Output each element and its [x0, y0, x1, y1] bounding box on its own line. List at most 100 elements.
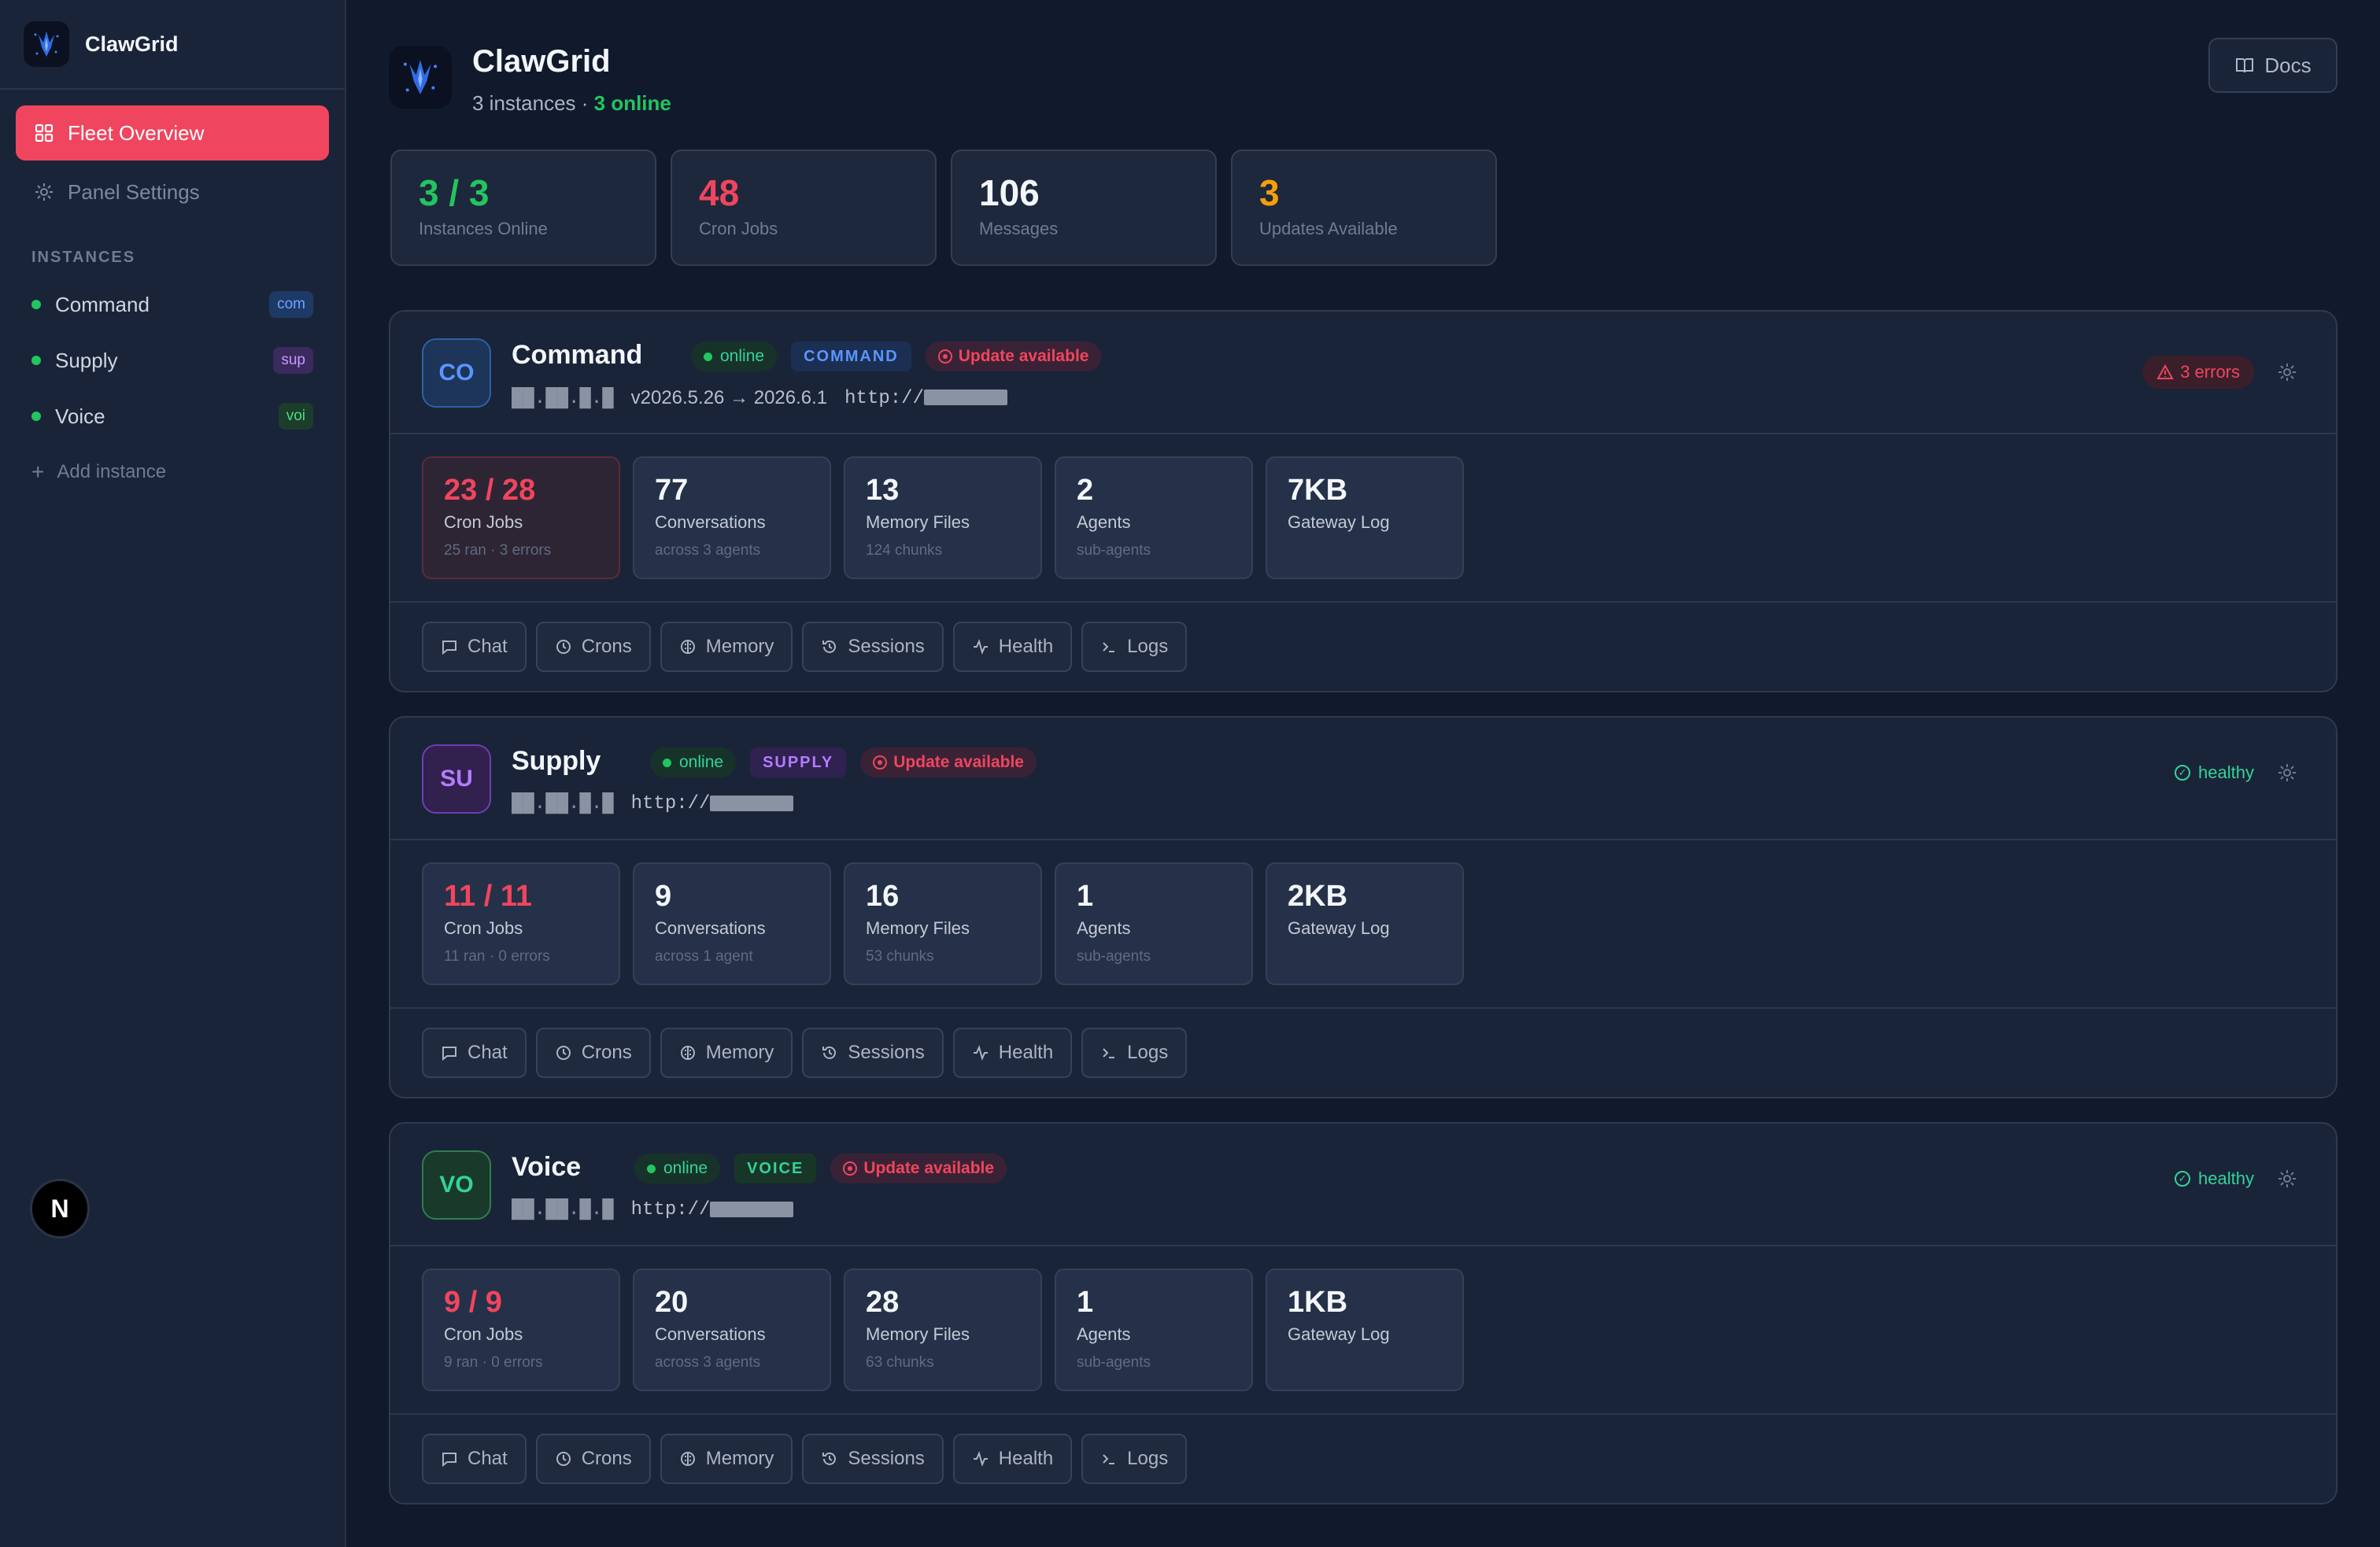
instance-name: Command: [512, 340, 643, 370]
crons-button[interactable]: Crons: [535, 1434, 651, 1484]
logs-button[interactable]: Logs: [1081, 1028, 1188, 1078]
memory-button[interactable]: Memory: [660, 622, 793, 672]
docs-button[interactable]: Docs: [2208, 38, 2338, 93]
nav-label: Fleet Overview: [68, 120, 205, 145]
instance-actions: Chat Crons Memory Sessions Health Logs: [390, 1007, 2336, 1098]
app-logo[interactable]: [24, 21, 69, 67]
stat-label: Updates Available: [1259, 219, 1398, 238]
memory-button[interactable]: Memory: [660, 1434, 793, 1484]
ip-address: ██.██.█.█: [512, 793, 614, 814]
memory-button[interactable]: Memory: [660, 1028, 793, 1078]
action-label: Logs: [1127, 1042, 1169, 1063]
instance-status: ✓ healthy: [2175, 1168, 2298, 1190]
metric-gateway-log[interactable]: 2KB Gateway Log: [1266, 862, 1464, 985]
terminal-icon: [1100, 1044, 1118, 1061]
chat-icon: [441, 1044, 458, 1061]
instance-metrics: 9 / 9 Cron Jobs 9 ran · 0 errors 20 Conversa…: [422, 1268, 1464, 1391]
docs-label: Docs: [2264, 53, 2312, 77]
metric-label: Cron Jobs: [444, 512, 523, 532]
action-label: Chat: [468, 1448, 508, 1469]
action-label: Chat: [468, 1042, 508, 1063]
instance-card-command: CO Command online COMMAND Update availab…: [389, 310, 2338, 692]
metric-conversations[interactable]: 77 Conversations across 3 agents: [633, 456, 831, 579]
page-logo: [389, 46, 452, 109]
sidebar-item-command[interactable]: Command com: [31, 285, 313, 324]
metric-gateway-log[interactable]: 1KB Gateway Log: [1266, 1268, 1464, 1391]
healthy-badge: ✓ healthy: [2175, 762, 2254, 783]
logs-button[interactable]: Logs: [1081, 622, 1188, 672]
error-badge[interactable]: 3 errors: [2142, 356, 2254, 389]
logs-button[interactable]: Logs: [1081, 1434, 1188, 1484]
metric-sub: 124 chunks: [866, 542, 943, 559]
update-icon: [937, 349, 952, 364]
metric-memory-files[interactable]: 28 Memory Files 63 chunks: [844, 1268, 1042, 1391]
metric-value: 11 / 11: [444, 880, 533, 913]
instance-url[interactable]: http://: [631, 793, 794, 814]
chat-button[interactable]: Chat: [422, 1028, 527, 1078]
update-available-badge[interactable]: Update available: [830, 1154, 1007, 1183]
metric-agents[interactable]: 1 Agents sub-agents: [1055, 862, 1253, 985]
sidebar-item-supply[interactable]: Supply sup: [31, 341, 313, 380]
add-instance-button[interactable]: + Add instance: [31, 460, 166, 485]
metric-label: Memory Files: [866, 512, 970, 532]
sidebar: ClawGrid Fleet Overview Panel Settings I…: [0, 0, 346, 1547]
metric-memory-files[interactable]: 13 Memory Files 124 chunks: [844, 456, 1042, 579]
stat-value: 106: [979, 172, 1040, 213]
main-content: ClawGrid 3 instances · 3 online Docs 3 /…: [348, 0, 2380, 1547]
metric-cron-jobs[interactable]: 23 / 28 Cron Jobs 25 ran · 3 errors: [422, 456, 620, 579]
metric-conversations[interactable]: 20 Conversations across 3 agents: [633, 1268, 831, 1391]
book-icon: [2234, 55, 2255, 76]
crons-button[interactable]: Crons: [535, 622, 651, 672]
sessions-button[interactable]: Sessions: [802, 622, 944, 672]
terminal-icon: [1100, 638, 1118, 655]
stat-instances-online: 3 / 3 Instances Online: [390, 150, 656, 266]
metric-label: Agents: [1077, 1324, 1131, 1344]
sidebar-item-voice[interactable]: Voice voi: [31, 397, 313, 436]
health-button[interactable]: Health: [952, 1028, 1073, 1078]
instance-header: CO Command online COMMAND Update availab…: [390, 312, 2336, 434]
update-icon: [843, 1161, 858, 1176]
crons-button[interactable]: Crons: [535, 1028, 651, 1078]
instance-settings-icon[interactable]: [2276, 762, 2298, 784]
metric-label: Conversations: [655, 1324, 766, 1344]
instance-url[interactable]: http://: [844, 388, 1007, 409]
instance-settings-icon[interactable]: [2276, 361, 2298, 383]
brain-icon: [679, 638, 697, 655]
user-avatar[interactable]: N: [30, 1179, 90, 1239]
metric-agents[interactable]: 1 Agents sub-agents: [1055, 1268, 1253, 1391]
instance-url[interactable]: http://: [631, 1199, 794, 1220]
metric-gateway-log[interactable]: 7KB Gateway Log: [1266, 456, 1464, 579]
instance-pills: online VOICE Update available: [634, 1154, 1007, 1183]
health-button[interactable]: Health: [952, 1434, 1073, 1484]
metric-cron-jobs[interactable]: 9 / 9 Cron Jobs 9 ran · 0 errors: [422, 1268, 620, 1391]
history-icon: [821, 1044, 838, 1061]
online-badge: online: [650, 748, 737, 777]
health-button[interactable]: Health: [952, 622, 1073, 672]
action-bar: Chat Crons Memory Sessions Health Logs: [422, 1434, 1188, 1484]
role-badge: VOICE: [734, 1154, 817, 1183]
check-icon: ✓: [2175, 765, 2191, 781]
metric-memory-files[interactable]: 16 Memory Files 53 chunks: [844, 862, 1042, 985]
chat-button[interactable]: Chat: [422, 622, 527, 672]
metric-agents[interactable]: 2 Agents sub-agents: [1055, 456, 1253, 579]
instance-card-supply: SU Supply online SUPPLY Update available…: [389, 716, 2338, 1098]
nav-fleet-overview[interactable]: Fleet Overview: [16, 105, 329, 161]
update-available-badge[interactable]: Update available: [860, 748, 1037, 777]
nav-panel-settings[interactable]: Panel Settings: [16, 164, 329, 220]
chat-button[interactable]: Chat: [422, 1434, 527, 1484]
action-label: Sessions: [848, 1448, 925, 1469]
instance-meta: ██.██.█.█ http://: [512, 1199, 794, 1220]
instance-settings-icon[interactable]: [2276, 1168, 2298, 1190]
metric-value: 77: [655, 474, 689, 507]
metric-conversations[interactable]: 9 Conversations across 1 agent: [633, 862, 831, 985]
metric-label: Cron Jobs: [444, 1324, 523, 1344]
page-title: ClawGrid: [472, 44, 611, 79]
sessions-button[interactable]: Sessions: [802, 1028, 944, 1078]
sidebar-item-label: Voice: [55, 404, 105, 428]
status-dot: [31, 300, 41, 309]
metric-sub: across 1 agent: [655, 948, 753, 965]
metric-sub: 63 chunks: [866, 1354, 934, 1371]
sessions-button[interactable]: Sessions: [802, 1434, 944, 1484]
metric-cron-jobs[interactable]: 11 / 11 Cron Jobs 11 ran · 0 errors: [422, 862, 620, 985]
update-available-badge[interactable]: Update available: [925, 342, 1102, 371]
